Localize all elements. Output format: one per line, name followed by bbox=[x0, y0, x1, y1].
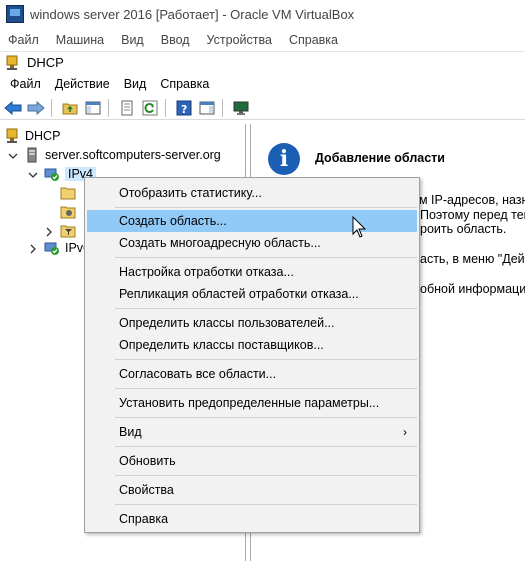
info-heading: Добавление области bbox=[315, 151, 445, 165]
menu-separator bbox=[115, 207, 417, 208]
info-text-line: обной информации bbox=[420, 282, 525, 296]
back-arrow-icon[interactable] bbox=[3, 98, 23, 118]
dhcp-root-icon bbox=[4, 128, 20, 144]
info-text-line: роить область. bbox=[420, 222, 507, 236]
up-folder-icon[interactable] bbox=[60, 98, 80, 118]
toolbar: ? bbox=[0, 96, 525, 120]
info-text-line: асть, в меню "Дейс bbox=[420, 252, 525, 266]
help-icon[interactable]: ? bbox=[174, 98, 194, 118]
submenu-arrow-icon: › bbox=[403, 425, 407, 439]
virtualbox-app-icon bbox=[6, 5, 24, 23]
vbox-menu-help[interactable]: Справка bbox=[289, 33, 338, 47]
menu-item-define-user-classes[interactable]: Определить классы пользователей... bbox=[87, 312, 417, 334]
mouse-pointer-icon bbox=[352, 215, 368, 240]
ipv4-icon bbox=[44, 166, 60, 182]
tree-node-child-3[interactable] bbox=[44, 222, 81, 240]
menu-item-configure-failover[interactable]: Настройка отработки отказа... bbox=[87, 261, 417, 283]
toolbar-separator bbox=[51, 98, 52, 117]
mmc-menu-bar: Файл Действие Вид Справка bbox=[0, 73, 525, 95]
mmc-menu-help[interactable]: Справка bbox=[160, 77, 209, 91]
menu-separator bbox=[115, 388, 417, 389]
menu-item-replicate-failover-scopes[interactable]: Репликация областей отработки отказа... bbox=[87, 283, 417, 305]
vbox-menu-input[interactable]: Ввод bbox=[161, 33, 190, 47]
tree-node-ipv6[interactable]: IPv6 bbox=[28, 239, 90, 257]
info-text-line: ом IP-адресов, назн bbox=[412, 193, 525, 207]
toolbar-separator bbox=[222, 98, 223, 117]
vbox-menu-devices[interactable]: Устройства bbox=[207, 33, 272, 47]
action-pane-icon[interactable] bbox=[197, 98, 217, 118]
vbox-title-bar: windows server 2016 [Работает] - Oracle … bbox=[0, 0, 525, 28]
info-text-line: Поэтому перед тем bbox=[420, 208, 525, 222]
mmc-menu-action[interactable]: Действие bbox=[55, 77, 110, 91]
server-icon bbox=[24, 147, 40, 163]
vbox-menu-view[interactable]: Вид bbox=[121, 33, 144, 47]
refresh-icon[interactable] bbox=[140, 98, 160, 118]
show-hide-console-tree-icon[interactable] bbox=[83, 98, 103, 118]
menu-separator bbox=[115, 475, 417, 476]
menu-item-view[interactable]: Вид › bbox=[87, 421, 417, 443]
mmc-title-bar: DHCP bbox=[0, 51, 525, 73]
menu-separator bbox=[115, 257, 417, 258]
properties-sheet-icon[interactable] bbox=[117, 98, 137, 118]
toolbar-separator bbox=[108, 98, 109, 117]
menu-item-view-label: Вид bbox=[119, 425, 142, 439]
dhcp-snapin-icon bbox=[4, 55, 20, 71]
tree-label-server: server.softcomputers-server.org bbox=[45, 148, 221, 162]
vbox-menu-machine[interactable]: Машина bbox=[56, 33, 104, 47]
ipv6-icon bbox=[44, 240, 60, 256]
menu-separator bbox=[115, 359, 417, 360]
menu-separator bbox=[115, 308, 417, 309]
menu-item-help[interactable]: Справка bbox=[87, 508, 417, 530]
menu-separator bbox=[115, 504, 417, 505]
folder-icon bbox=[60, 185, 76, 201]
mmc-menu-file[interactable]: Файл bbox=[10, 77, 41, 91]
filter-folder-icon bbox=[60, 223, 76, 239]
menu-separator bbox=[115, 446, 417, 447]
svg-text:?: ? bbox=[181, 103, 187, 116]
vbox-window-title: windows server 2016 [Работает] - Oracle … bbox=[30, 6, 355, 22]
mmc-menu-view[interactable]: Вид bbox=[124, 77, 147, 91]
menu-item-show-statistics[interactable]: Отобразить статистику... bbox=[87, 182, 417, 204]
vbox-menu-file[interactable]: Файл bbox=[8, 33, 39, 47]
toolbar-separator bbox=[165, 98, 166, 117]
menu-item-set-predefined-options[interactable]: Установить предопределенные параметры... bbox=[87, 392, 417, 414]
mmc-window-title: DHCP bbox=[27, 55, 64, 70]
chevron-right-icon[interactable] bbox=[28, 243, 38, 254]
tree-node-child-1[interactable] bbox=[60, 184, 81, 202]
monitor-icon[interactable] bbox=[231, 98, 251, 118]
chevron-down-icon[interactable] bbox=[8, 150, 18, 160]
tree-node-server[interactable]: server.softcomputers-server.org bbox=[8, 146, 221, 164]
tree-label-dhcp: DHCP bbox=[25, 129, 61, 143]
chevron-down-icon[interactable] bbox=[28, 169, 38, 179]
menu-item-properties[interactable]: Свойства bbox=[87, 479, 417, 501]
menu-item-reconcile-all-scopes[interactable]: Согласовать все области... bbox=[87, 363, 417, 385]
forward-arrow-icon[interactable] bbox=[26, 98, 46, 118]
context-menu: Отобразить статистику... Создать область… bbox=[84, 177, 420, 533]
vbox-menu-bar: Файл Машина Вид Ввод Устройства Справка bbox=[0, 29, 525, 51]
tree-node-child-2[interactable] bbox=[60, 203, 81, 221]
info-icon: i bbox=[268, 143, 300, 175]
folder-gear-icon bbox=[60, 204, 76, 220]
menu-separator bbox=[115, 417, 417, 418]
menu-item-define-vendor-classes[interactable]: Определить классы поставщиков... bbox=[87, 334, 417, 356]
tree-node-dhcp[interactable]: DHCP bbox=[4, 127, 60, 145]
menu-item-refresh[interactable]: Обновить bbox=[87, 450, 417, 472]
chevron-right-icon[interactable] bbox=[44, 226, 54, 237]
